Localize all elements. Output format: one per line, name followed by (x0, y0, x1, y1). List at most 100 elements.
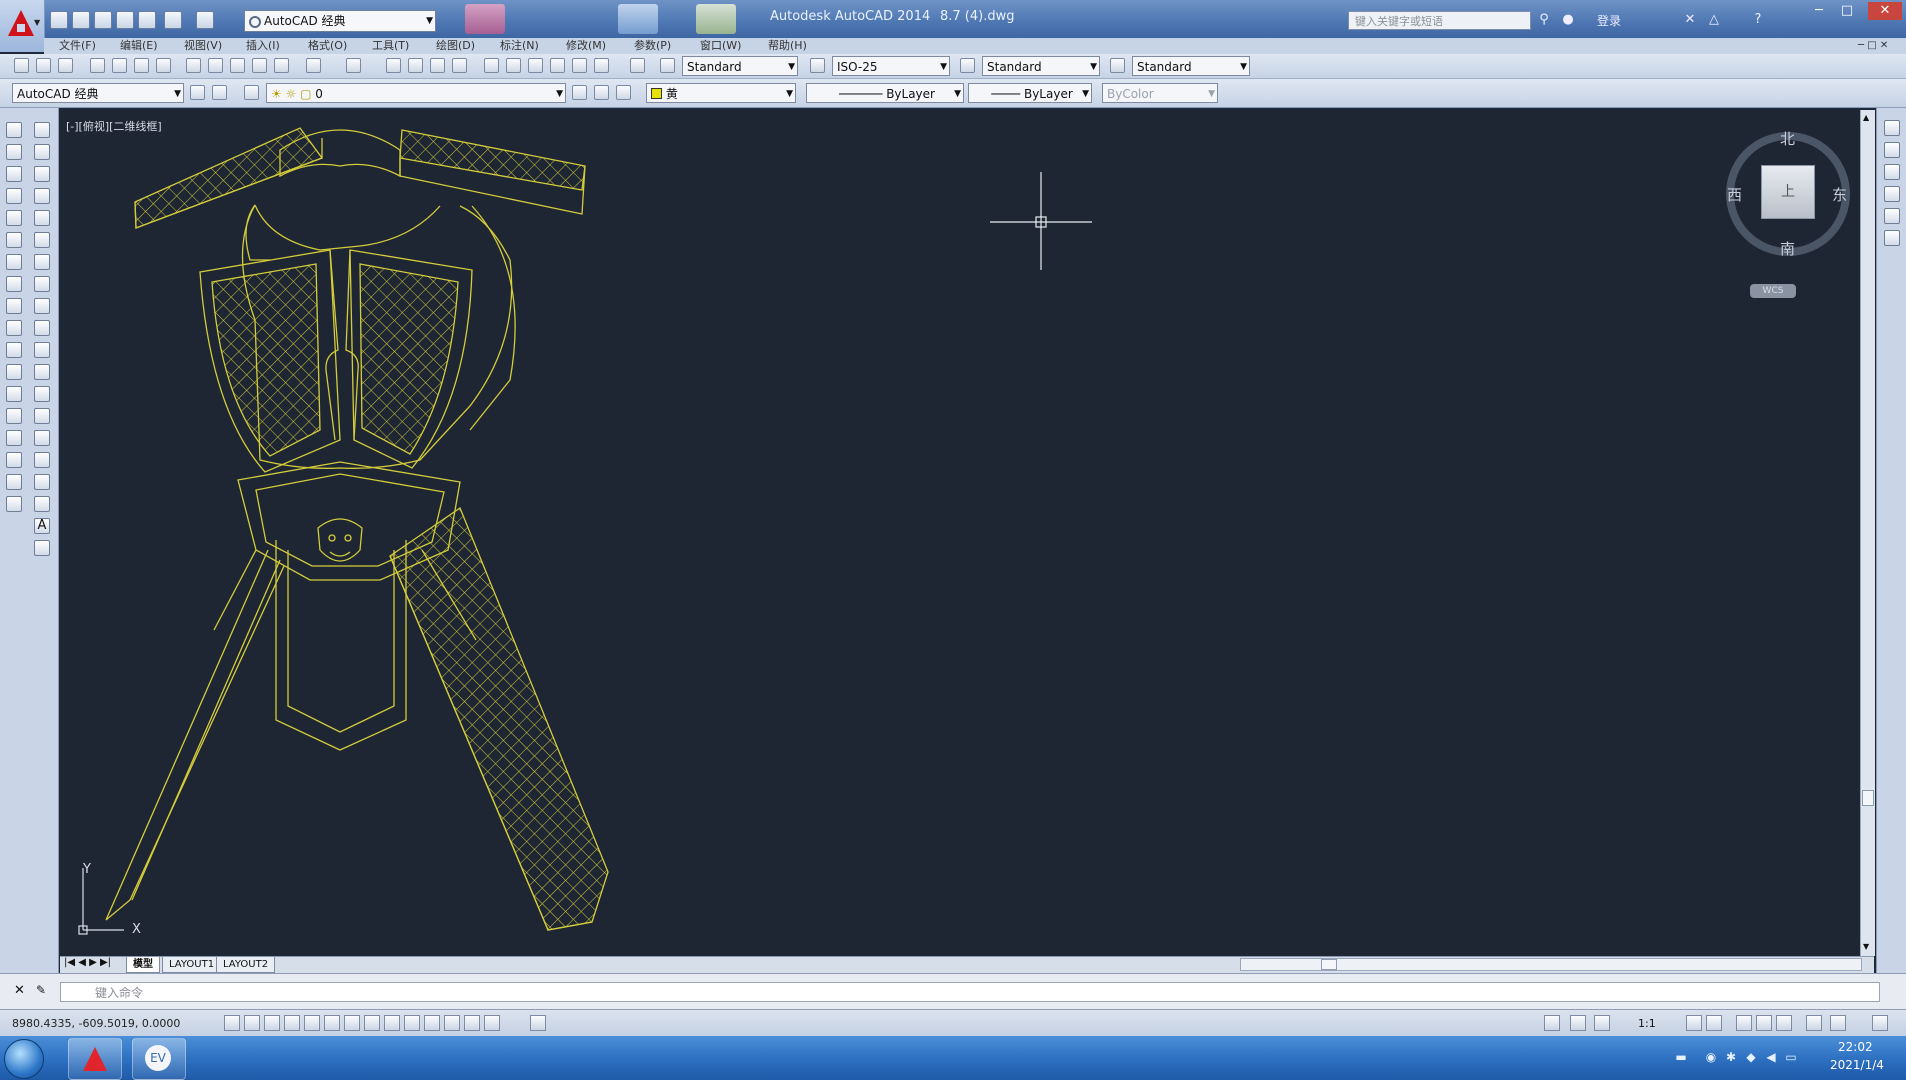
showmotion-icon[interactable] (1884, 208, 1900, 224)
shield-icon[interactable]: ◆ (1744, 1050, 1758, 1064)
ellipse-arc-icon[interactable] (34, 342, 50, 358)
tab-model[interactable]: 模型 (126, 957, 160, 973)
trim-icon[interactable] (6, 320, 22, 336)
wrench-icon[interactable]: ✎ (36, 983, 46, 997)
isolate-objects-icon[interactable] (1776, 1015, 1792, 1031)
array-icon[interactable] (6, 210, 22, 226)
save-icon[interactable] (58, 58, 73, 73)
zoom-window-icon[interactable] (430, 58, 445, 73)
make-current-layer-icon[interactable] (572, 85, 587, 100)
menu-parametric[interactable]: 参数(P) (634, 38, 671, 54)
open-icon[interactable] (36, 58, 51, 73)
move-icon[interactable] (6, 232, 22, 248)
transparency-icon[interactable] (444, 1015, 460, 1031)
infer-constraints-icon[interactable] (224, 1015, 240, 1031)
horizontal-scrollbar[interactable] (1240, 958, 1862, 971)
viewcube-west[interactable]: 西 (1727, 184, 1742, 205)
region-icon[interactable] (34, 474, 50, 490)
binoculars-icon[interactable]: ⚲ (1536, 12, 1552, 28)
wcs-menu[interactable]: WCS (1750, 284, 1796, 298)
application-menu-button[interactable]: ▼ (0, 0, 45, 52)
viewcube-north[interactable]: 北 (1780, 128, 1795, 149)
close-icon[interactable]: ✕ (14, 983, 25, 998)
paste-icon[interactable] (230, 58, 245, 73)
lock-ui-icon[interactable] (1756, 1015, 1772, 1031)
dynamic-input-icon[interactable] (404, 1015, 420, 1031)
table-style-select[interactable]: Standard ▼ (982, 56, 1100, 76)
zoom-extents-icon[interactable] (1884, 142, 1900, 158)
offset-icon[interactable] (6, 188, 22, 204)
orbit-icon[interactable] (1884, 164, 1900, 180)
annotation-scale[interactable]: 1:1 (1638, 1017, 1656, 1030)
break-icon[interactable] (6, 386, 22, 402)
model-space-icon[interactable] (1544, 1015, 1560, 1031)
blend-curves-icon[interactable] (6, 474, 22, 490)
gradient-icon[interactable] (34, 452, 50, 468)
drawing-canvas[interactable]: [-][俯视][二维线框] Y X 上 北 南 西 东 WCS (60, 110, 1860, 956)
undo-icon[interactable] (164, 11, 182, 29)
keyboard-icon[interactable]: ▬ (1674, 1050, 1688, 1064)
stretch-icon[interactable] (6, 298, 22, 314)
scroll-thumb[interactable] (1862, 790, 1874, 806)
status-menu-icon[interactable] (1872, 1015, 1888, 1031)
polygon-icon[interactable] (34, 188, 50, 204)
document-window-controls[interactable]: ─ □ ✕ (1858, 38, 1906, 54)
command-input[interactable]: 键入命令 (60, 982, 1880, 1002)
close-button[interactable]: ✕ (1868, 2, 1902, 20)
lineweight-select[interactable]: ──── ByLayer ▼ (968, 83, 1092, 103)
color-select[interactable]: 黄 ▼ (646, 83, 796, 103)
coordinate-readout[interactable]: 8980.4335, -609.5019, 0.0000 (12, 1017, 180, 1030)
menu-dimension[interactable]: 标注(N) (500, 38, 539, 54)
taskbar-autocad-button[interactable] (68, 1038, 122, 1080)
add-selected-icon[interactable] (34, 540, 50, 556)
workspace-select[interactable]: AutoCAD 经典 ▼ (12, 83, 184, 103)
tray-date[interactable]: 2021/1/4 (1830, 1058, 1884, 1072)
autodesk-a360-icon[interactable]: △ (1706, 12, 1722, 28)
hardware-acceleration-icon[interactable] (1806, 1015, 1822, 1031)
block-editor-icon[interactable] (274, 58, 289, 73)
sheet-set-icon[interactable] (550, 58, 565, 73)
save-icon[interactable] (94, 11, 112, 29)
tab-layout2[interactable]: LAYOUT2 (216, 957, 276, 973)
menu-edit[interactable]: 编辑(E) (120, 38, 158, 54)
plot-preview-icon[interactable] (112, 58, 127, 73)
tab-layout1[interactable]: LAYOUT1 (162, 957, 222, 973)
ortho-mode-icon[interactable] (284, 1015, 300, 1031)
taskbar-recorder-button[interactable]: EV (132, 1038, 186, 1080)
tool-palettes-icon[interactable] (528, 58, 543, 73)
menu-file[interactable]: 文件(F) (59, 38, 96, 54)
view-manager-icon[interactable] (1884, 230, 1900, 246)
design-center-icon[interactable] (506, 58, 521, 73)
construction-line-icon[interactable] (34, 144, 50, 160)
text-style-icon[interactable] (660, 58, 675, 73)
redo-icon[interactable] (346, 58, 361, 73)
make-block-icon[interactable] (34, 386, 50, 402)
menu-window[interactable]: 窗口(W) (700, 38, 741, 54)
antivirus-icon[interactable]: ✱ (1724, 1050, 1738, 1064)
erase-icon[interactable] (6, 122, 22, 138)
scroll-up-arrow[interactable]: ▲ (1863, 113, 1869, 122)
viewcube-face[interactable]: 上 (1761, 165, 1815, 219)
qnew-icon[interactable] (14, 58, 29, 73)
dynamic-ucs-icon[interactable] (384, 1015, 400, 1031)
menu-format[interactable]: 格式(O) (308, 38, 347, 54)
new-file-icon[interactable] (50, 11, 68, 29)
fillet-icon[interactable] (6, 452, 22, 468)
explode-icon[interactable] (6, 496, 22, 512)
snap-mode-icon[interactable] (244, 1015, 260, 1031)
scroll-thumb[interactable] (1321, 959, 1337, 970)
hatch-icon[interactable] (34, 430, 50, 446)
dim-style-select[interactable]: ISO-25 ▼ (832, 56, 950, 76)
security-icon[interactable]: ◉ (1704, 1050, 1718, 1064)
spline-icon[interactable] (34, 298, 50, 314)
plotstyle-select[interactable]: ByColor ▼ (1102, 83, 1218, 103)
polar-tracking-icon[interactable] (304, 1015, 320, 1031)
pan-icon[interactable] (386, 58, 401, 73)
annotation-monitor-icon[interactable] (530, 1015, 546, 1031)
undo-icon[interactable] (306, 58, 321, 73)
minimize-button[interactable]: ─ (1806, 2, 1832, 20)
menu-tools[interactable]: 工具(T) (372, 38, 409, 54)
vertical-scrollbar[interactable]: ▲ ▼ (1860, 110, 1875, 956)
mleader-style-select[interactable]: Standard ▼ (1132, 56, 1250, 76)
match-properties-icon[interactable] (252, 58, 267, 73)
